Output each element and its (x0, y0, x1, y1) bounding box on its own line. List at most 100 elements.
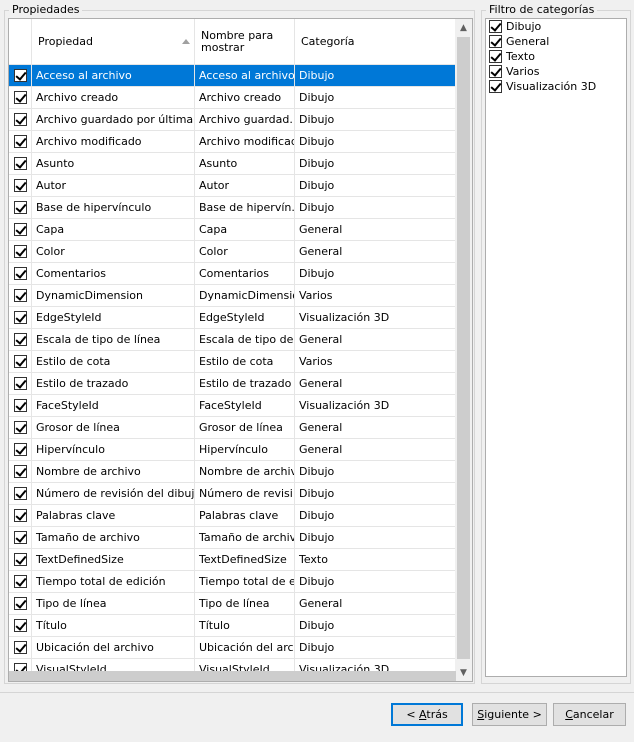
scrollbar-thumb[interactable] (457, 37, 470, 659)
row-display-name[interactable]: Asunto (195, 153, 295, 174)
properties-grid[interactable]: Propiedad Nombre para mostrar Categoría … (8, 18, 473, 682)
checkbox-checked-icon[interactable] (14, 223, 27, 236)
next-button[interactable]: Siguiente > (472, 703, 547, 726)
row-checkbox-cell[interactable] (9, 263, 32, 284)
row-checkbox-cell[interactable] (9, 241, 32, 262)
checkbox-checked-icon[interactable] (14, 553, 27, 566)
checkbox-checked-icon[interactable] (14, 355, 27, 368)
checkbox-checked-icon[interactable] (14, 311, 27, 324)
checkbox-checked-icon[interactable] (14, 69, 27, 82)
row-display-name[interactable]: Autor (195, 175, 295, 196)
row-checkbox-cell[interactable] (9, 329, 32, 350)
row-checkbox-cell[interactable] (9, 549, 32, 570)
table-row[interactable]: Nombre de archivo Nombre de archivo Dibujo (9, 461, 456, 483)
row-display-name[interactable]: EdgeStyleId (195, 307, 295, 328)
row-display-name[interactable]: Título (195, 615, 295, 636)
checkbox-checked-icon[interactable] (14, 421, 27, 434)
row-checkbox-cell[interactable] (9, 483, 32, 504)
checkbox-checked-icon[interactable] (14, 597, 27, 610)
checkbox-checked-icon[interactable] (489, 35, 502, 48)
checkbox-checked-icon[interactable] (14, 91, 27, 104)
row-display-name[interactable]: DynamicDimension (195, 285, 295, 306)
row-display-name[interactable]: Estilo de cota (195, 351, 295, 372)
row-display-name[interactable]: Base de hipervín... (195, 197, 295, 218)
checkbox-checked-icon[interactable] (14, 289, 27, 302)
row-checkbox-cell[interactable] (9, 461, 32, 482)
category-filter-item[interactable]: General (486, 34, 626, 49)
row-display-name[interactable]: Grosor de línea (195, 417, 295, 438)
row-checkbox-cell[interactable] (9, 87, 32, 108)
checkbox-checked-icon[interactable] (14, 487, 27, 500)
checkbox-checked-icon[interactable] (14, 377, 27, 390)
row-display-name[interactable]: Capa (195, 219, 295, 240)
table-row[interactable]: DynamicDimensionDynamicDimension Varios (9, 285, 456, 307)
table-row[interactable]: Tipo de línea Tipo de línea General (9, 593, 456, 615)
row-display-name[interactable]: Color (195, 241, 295, 262)
row-display-name[interactable]: Comentarios (195, 263, 295, 284)
row-checkbox-cell[interactable] (9, 153, 32, 174)
row-display-name[interactable]: Escala de tipo de... (195, 329, 295, 350)
table-row[interactable]: FaceStyleId FaceStyleId Visualización 3D (9, 395, 456, 417)
row-checkbox-cell[interactable] (9, 637, 32, 658)
table-row[interactable]: Archivo guardado por última v...Archivo … (9, 109, 456, 131)
row-checkbox-cell[interactable] (9, 615, 32, 636)
checkbox-checked-icon[interactable] (14, 465, 27, 478)
category-filter-item[interactable]: Varios (486, 64, 626, 79)
table-row[interactable]: Palabras clave Palabras clave Dibujo (9, 505, 456, 527)
row-checkbox-cell[interactable] (9, 307, 32, 328)
table-row[interactable]: Acceso al archivo Acceso al archivo Dibujo (9, 65, 456, 87)
table-row[interactable]: Ubicación del archivo Ubicación del arc..… (9, 637, 456, 659)
category-filter-item[interactable]: Dibujo (486, 19, 626, 34)
row-checkbox-cell[interactable] (9, 593, 32, 614)
row-display-name[interactable]: Tipo de línea (195, 593, 295, 614)
table-row[interactable]: Estilo de trazado Estilo de trazado Genera… (9, 373, 456, 395)
checkbox-checked-icon[interactable] (14, 509, 27, 522)
row-display-name[interactable]: Archivo creado (195, 87, 295, 108)
row-checkbox-cell[interactable] (9, 65, 32, 86)
checkbox-checked-icon[interactable] (14, 575, 27, 588)
checkbox-checked-icon[interactable] (489, 65, 502, 78)
row-checkbox-cell[interactable] (9, 219, 32, 240)
row-checkbox-cell[interactable] (9, 373, 32, 394)
vertical-scrollbar[interactable]: ▲ ▼ (455, 19, 472, 681)
table-row[interactable]: Tamaño de archivo Tamaño de archivo Dibujo (9, 527, 456, 549)
checkbox-checked-icon[interactable] (489, 20, 502, 33)
checkbox-checked-icon[interactable] (14, 179, 27, 192)
row-display-name[interactable]: Nombre de archivo (195, 461, 295, 482)
row-display-name[interactable]: Acceso al archivo (195, 65, 295, 86)
column-header-display-name[interactable]: Nombre para mostrar (195, 19, 295, 65)
checkbox-checked-icon[interactable] (14, 135, 27, 148)
column-header-category[interactable]: Categoría (295, 19, 456, 65)
table-row[interactable]: Asunto Asunto Dibujo (9, 153, 456, 175)
row-display-name[interactable]: Archivo modificado (195, 131, 295, 152)
row-checkbox-cell[interactable] (9, 351, 32, 372)
row-display-name[interactable]: Número de revisi... (195, 483, 295, 504)
cancel-button[interactable]: Cancelar (553, 703, 626, 726)
row-checkbox-cell[interactable] (9, 197, 32, 218)
column-header-property[interactable]: Propiedad (32, 19, 195, 65)
table-row[interactable]: Título Título Dibujo (9, 615, 456, 637)
checkbox-checked-icon[interactable] (14, 443, 27, 456)
row-checkbox-cell[interactable] (9, 131, 32, 152)
table-row[interactable]: Autor Autor Dibujo (9, 175, 456, 197)
row-checkbox-cell[interactable] (9, 505, 32, 526)
row-checkbox-cell[interactable] (9, 395, 32, 416)
checkbox-checked-icon[interactable] (14, 245, 27, 258)
category-filter-item[interactable]: Visualización 3D (486, 79, 626, 94)
scroll-up-icon[interactable]: ▲ (455, 19, 472, 36)
row-checkbox-cell[interactable] (9, 571, 32, 592)
row-display-name[interactable]: Hipervínculo (195, 439, 295, 460)
table-row[interactable]: Grosor de línea Grosor de línea General (9, 417, 456, 439)
row-checkbox-cell[interactable] (9, 109, 32, 130)
row-display-name[interactable]: TextDefinedSize (195, 549, 295, 570)
checkbox-checked-icon[interactable] (14, 641, 27, 654)
row-checkbox-cell[interactable] (9, 439, 32, 460)
column-header-check[interactable] (9, 19, 32, 65)
row-display-name[interactable]: Palabras clave (195, 505, 295, 526)
table-row[interactable]: Base de hipervínculo Base de hipervín... D… (9, 197, 456, 219)
back-button[interactable]: < Atrás (391, 703, 463, 726)
table-row[interactable]: Tiempo total de ediciónTiempo total de e… (9, 571, 456, 593)
category-filter-item[interactable]: Texto (486, 49, 626, 64)
table-row[interactable]: Escala de tipo de línea Escala de tipo de… (9, 329, 456, 351)
row-display-name[interactable]: Estilo de trazado (195, 373, 295, 394)
